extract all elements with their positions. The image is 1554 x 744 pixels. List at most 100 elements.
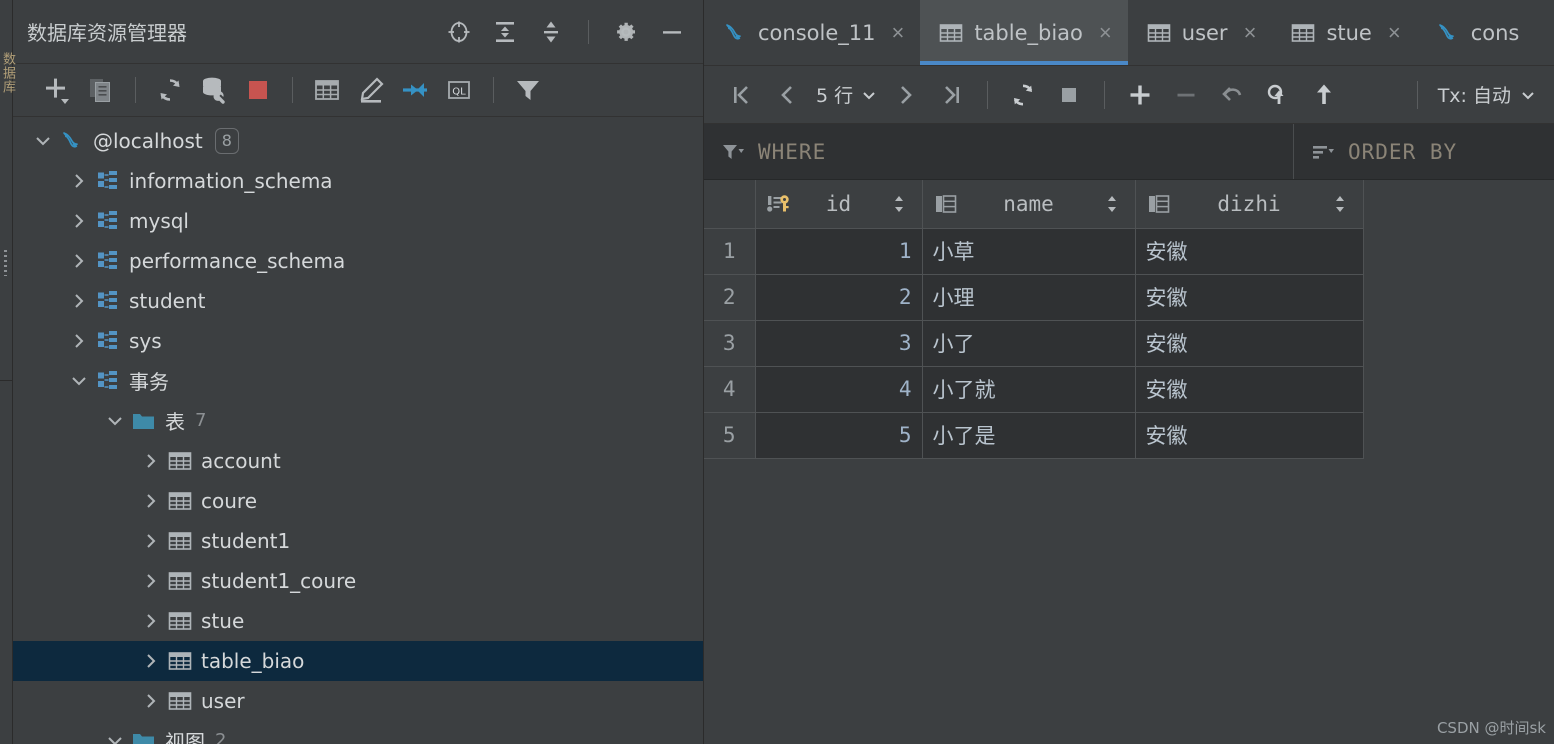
add-icon[interactable]	[35, 70, 79, 110]
tree-item-mysql[interactable]: mysql	[13, 201, 703, 241]
query-console-icon[interactable]: QL	[437, 70, 481, 110]
close-icon[interactable]: ×	[1244, 21, 1257, 44]
chevron-right-icon[interactable]	[139, 649, 163, 673]
left-tool-stripe-label[interactable]: 数据库	[0, 52, 18, 94]
delete-row-icon[interactable]	[1163, 75, 1209, 115]
cell-dizhi[interactable]: 安徽	[1135, 274, 1364, 321]
cell-id[interactable]: 3	[755, 320, 923, 367]
cell-id[interactable]: 4	[755, 366, 923, 413]
modify-icon[interactable]	[349, 70, 393, 110]
editor-tab-stue[interactable]: stue ×	[1272, 0, 1416, 65]
database-tree[interactable]: @localhost 8 information_schema mysql perfor…	[13, 116, 703, 744]
chevron-down-icon[interactable]	[103, 729, 127, 744]
tree-item-student1[interactable]: student1	[13, 521, 703, 561]
close-icon[interactable]: ×	[1388, 21, 1401, 44]
chevron-right-icon[interactable]	[67, 329, 91, 353]
editor-tab-console_11[interactable]: console_11 ×	[704, 0, 920, 65]
chevron-right-icon[interactable]	[139, 569, 163, 593]
editor-tab-table_biao[interactable]: table_biao ×	[920, 0, 1129, 65]
table-row[interactable]: 3 3 小了 安徽	[704, 320, 1364, 367]
cell-id[interactable]: 2	[755, 274, 923, 321]
tree-item--localhost[interactable]: @localhost 8	[13, 121, 703, 161]
stop-icon[interactable]	[1046, 75, 1092, 115]
refresh-icon[interactable]	[148, 70, 192, 110]
row-number[interactable]: 3	[704, 320, 756, 367]
chevron-down-icon[interactable]	[31, 129, 55, 153]
page-size-selector[interactable]: 5 行	[810, 81, 883, 108]
submit-icon[interactable]	[1301, 75, 1347, 115]
cell-dizhi[interactable]: 安徽	[1135, 366, 1364, 413]
cell-name[interactable]: 小了	[922, 320, 1136, 367]
collapse-all-icon[interactable]	[538, 19, 564, 45]
result-grid[interactable]: id name dizhi 1 1 小草 安徽 2 2 小理 安徽 3 3 小了 安徽 4 4 小了就 安徽 5 5 小…	[704, 180, 1554, 744]
copy-icon[interactable]	[79, 70, 123, 110]
settings-gear-icon[interactable]	[613, 19, 639, 45]
sort-dropdown-icon[interactable]	[1310, 139, 1336, 165]
cell-dizhi[interactable]: 安徽	[1135, 412, 1364, 459]
row-number[interactable]: 4	[704, 366, 756, 413]
first-page-icon[interactable]	[718, 75, 764, 115]
cell-name[interactable]: 小草	[922, 228, 1136, 275]
column-header-name[interactable]: name	[922, 180, 1136, 229]
tree-item-table_biao[interactable]: table_biao	[13, 640, 703, 681]
chevron-down-icon[interactable]	[67, 369, 91, 393]
add-row-icon[interactable]	[1117, 75, 1163, 115]
row-number[interactable]: 5	[704, 412, 756, 459]
reload-icon[interactable]	[1000, 75, 1046, 115]
tree-item-stue[interactable]: stue	[13, 601, 703, 641]
prev-page-icon[interactable]	[764, 75, 810, 115]
editor-tab-user[interactable]: user ×	[1128, 0, 1273, 65]
sort-icon[interactable]	[1099, 191, 1125, 217]
sort-icon[interactable]	[886, 191, 912, 217]
tree-item-student1_coure[interactable]: student1_coure	[13, 561, 703, 601]
table-row[interactable]: 4 4 小了就 安徽	[704, 366, 1364, 413]
chevron-right-icon[interactable]	[67, 209, 91, 233]
where-input[interactable]: WHERE	[704, 124, 1294, 179]
editor-tab-bar[interactable]: console_11 × table_biao × user × stue × cons	[704, 0, 1554, 66]
tree-item-coure[interactable]: coure	[13, 481, 703, 521]
tree-item-account[interactable]: account	[13, 441, 703, 481]
revert-selected-icon[interactable]	[1255, 75, 1301, 115]
tree-item-user[interactable]: user	[13, 681, 703, 721]
cell-name[interactable]: 小了是	[922, 412, 1136, 459]
filter-dropdown-icon[interactable]	[720, 139, 746, 165]
table-row[interactable]: 1 1 小草 安徽	[704, 228, 1364, 275]
chevron-right-icon[interactable]	[139, 529, 163, 553]
chevron-down-icon[interactable]	[103, 409, 127, 433]
column-header-dizhi[interactable]: dizhi	[1135, 180, 1364, 229]
last-page-icon[interactable]	[929, 75, 975, 115]
sort-icon[interactable]	[1327, 191, 1353, 217]
cell-dizhi[interactable]: 安徽	[1135, 228, 1364, 275]
minimize-icon[interactable]	[659, 19, 685, 45]
chevron-right-icon[interactable]	[67, 169, 91, 193]
cell-name[interactable]: 小理	[922, 274, 1136, 321]
editor-tab-cons[interactable]: cons	[1417, 0, 1536, 65]
chevron-right-icon[interactable]	[139, 609, 163, 633]
cell-name[interactable]: 小了就	[922, 366, 1136, 413]
column-header-id[interactable]: id	[755, 180, 923, 229]
db-tools-icon[interactable]	[192, 70, 236, 110]
transaction-mode-selector[interactable]: Tx: 自动	[1430, 81, 1544, 108]
chevron-right-icon[interactable]	[139, 689, 163, 713]
tree-item--[interactable]: 表7	[13, 401, 703, 441]
stop-icon[interactable]	[236, 70, 280, 110]
revert-icon[interactable]	[1209, 75, 1255, 115]
tree-item-sys[interactable]: sys	[13, 321, 703, 361]
tree-item-information_schema[interactable]: information_schema	[13, 161, 703, 201]
chevron-right-icon[interactable]	[139, 489, 163, 513]
table-row[interactable]: 2 2 小理 安徽	[704, 274, 1364, 321]
left-tool-stripe[interactable]: 数据库	[0, 0, 16, 744]
table-editor-icon[interactable]	[305, 70, 349, 110]
locate-icon[interactable]	[446, 19, 472, 45]
next-page-icon[interactable]	[883, 75, 929, 115]
close-icon[interactable]: ×	[891, 21, 904, 44]
table-row[interactable]: 5 5 小了是 安徽	[704, 412, 1364, 459]
row-number[interactable]: 2	[704, 274, 756, 321]
cell-id[interactable]: 1	[755, 228, 923, 275]
chevron-right-icon[interactable]	[67, 249, 91, 273]
row-number[interactable]: 1	[704, 228, 756, 275]
close-icon[interactable]: ×	[1099, 21, 1112, 44]
tree-item-student[interactable]: student	[13, 281, 703, 321]
tree-item--[interactable]: 视图 2	[13, 721, 703, 744]
chevron-right-icon[interactable]	[139, 449, 163, 473]
